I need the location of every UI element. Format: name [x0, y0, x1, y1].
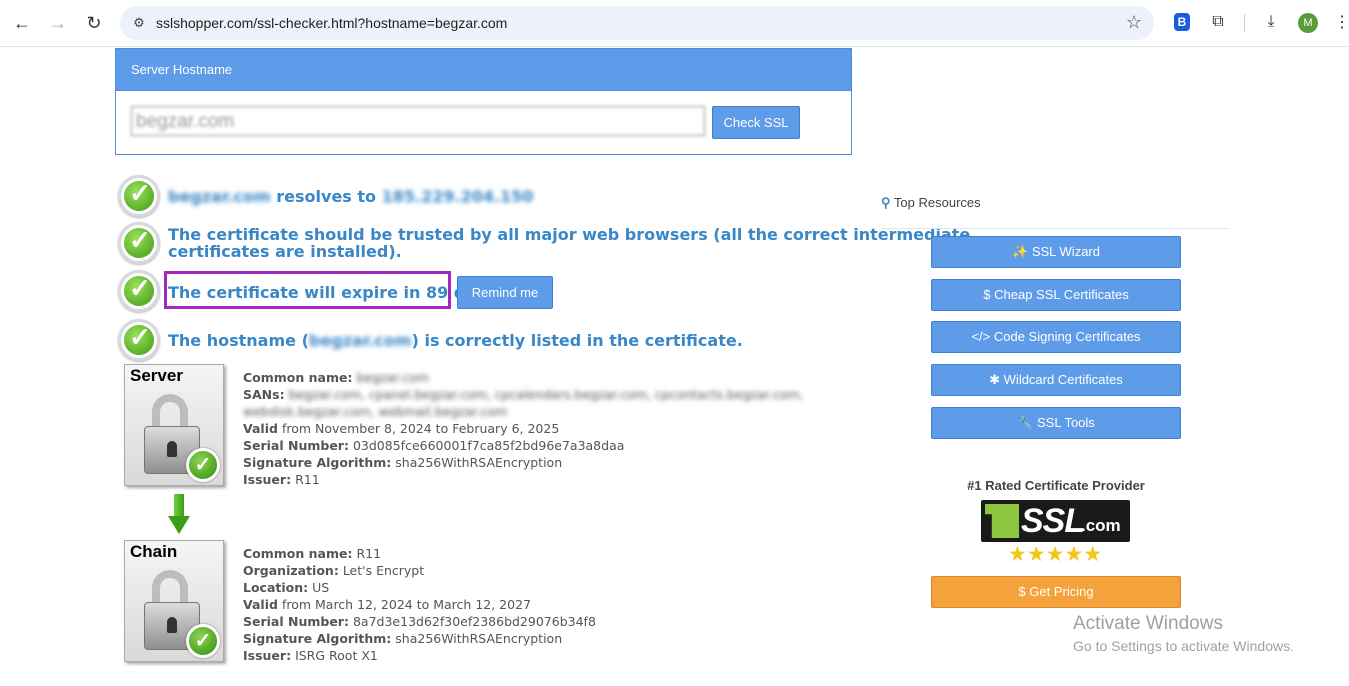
expiry-highlight — [164, 271, 451, 309]
code-icon: </> — [971, 329, 991, 344]
wildcard-button[interactable]: ✱ Wildcard Certificates — [931, 364, 1181, 396]
asterisk-icon: ✱ — [989, 372, 1001, 387]
back-icon[interactable]: ← — [10, 11, 34, 35]
server-certificate-icon: Server ✓ — [124, 364, 228, 488]
extensions-puzzle-icon[interactable]: ⧉ — [1207, 11, 1229, 33]
url-text[interactable]: sslshopper.com/ssl-checker.html?hostname… — [156, 6, 507, 40]
divider — [881, 228, 1230, 229]
check-success-icon: ✓ — [118, 270, 160, 312]
hostname-listed-text: The hostname (begzar.com) is correctly l… — [168, 331, 743, 350]
top-resources-heading: ⚲ Top Resources — [881, 195, 981, 210]
forward-icon[interactable]: → — [46, 11, 70, 35]
code-signing-button[interactable]: </> Code Signing Certificates — [931, 321, 1181, 353]
menu-kebab-icon[interactable]: ⋮ — [1334, 12, 1349, 32]
panel-title: Server Hostname — [116, 49, 851, 91]
dollar-icon: $ — [1018, 584, 1026, 599]
wrench-icon: 🔧 — [1017, 415, 1034, 430]
search-icon: ⚲ — [881, 195, 891, 210]
hostname-input[interactable]: begzar.com — [131, 106, 705, 136]
remind-me-button[interactable]: Remind me — [457, 276, 553, 309]
dollar-icon: $ — [983, 287, 991, 302]
site-info-icon[interactable]: ⚙ — [130, 14, 148, 32]
hostname-panel: Server Hostname begzar.com Check SSL — [115, 48, 852, 155]
check-ssl-button[interactable]: Check SSL — [712, 106, 800, 139]
windows-activation-watermark: Activate Windows Go to Settings to activ… — [1073, 613, 1294, 654]
server-cert-details: Common name: begzar.com SANs: begzar.com… — [243, 370, 804, 487]
address-bar[interactable]: ⚙ sslshopper.com/ssl-checker.html?hostna… — [120, 6, 1154, 40]
resolves-text: begzar.com resolves to 185.229.204.150 — [168, 187, 534, 206]
rating-stars-icon: ★★★★★ — [1008, 543, 1103, 566]
toolbar-separator — [1244, 14, 1245, 32]
ssl-tools-button[interactable]: 🔧 SSL Tools — [931, 407, 1181, 439]
verified-badge-icon: ✓ — [186, 624, 220, 658]
get-pricing-button[interactable]: $ Get Pricing — [931, 576, 1181, 608]
rated-provider-text: #1 Rated Certificate Provider — [967, 478, 1145, 493]
resolved-hostname: begzar.com — [168, 187, 271, 206]
ssl-com-logo[interactable]: SSL .com — [981, 500, 1130, 542]
profile-avatar[interactable]: M — [1298, 13, 1318, 33]
check-success-icon: ✓ — [118, 319, 160, 361]
bookmark-star-icon[interactable]: ☆ — [1126, 12, 1142, 33]
cheap-ssl-button[interactable]: $ Cheap SSL Certificates — [931, 279, 1181, 311]
check-success-icon: ✓ — [118, 175, 160, 217]
wand-icon: ✨ — [1012, 244, 1029, 259]
download-icon[interactable]: ⤓ — [1260, 11, 1282, 33]
chain-cert-details: Common name: R11 Organization: Let's Enc… — [243, 546, 596, 663]
resolved-ip: 185.229.204.150 — [381, 187, 534, 206]
bitwarden-extension-icon[interactable]: B — [1174, 13, 1190, 31]
verified-badge-icon: ✓ — [186, 448, 220, 482]
check-success-icon: ✓ — [118, 222, 160, 264]
chain-certificate-icon: Chain ✓ — [124, 540, 228, 664]
trusted-text: The certificate should be trusted by all… — [168, 225, 971, 261]
chain-down-arrow-icon — [168, 494, 190, 536]
reload-icon[interactable]: ↻ — [82, 11, 106, 35]
ssl-wizard-button[interactable]: ✨ SSL Wizard — [931, 236, 1181, 268]
browser-toolbar: ← → ↻ ⚙ sslshopper.com/ssl-checker.html?… — [0, 0, 1349, 47]
